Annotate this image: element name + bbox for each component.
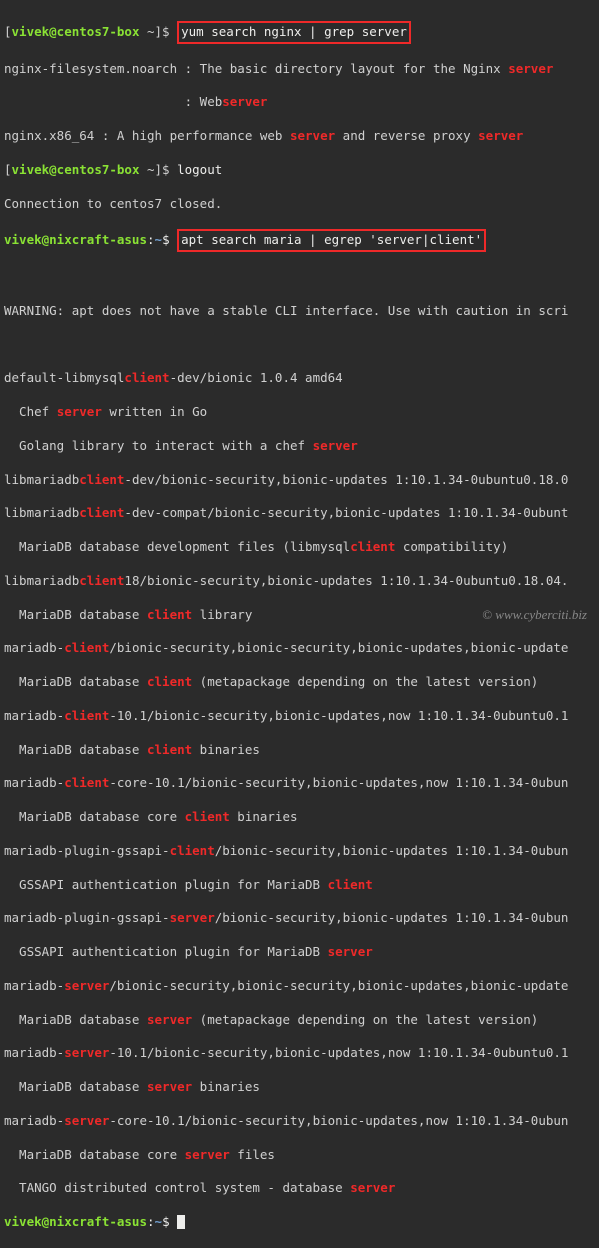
output-line: Chef server written in Go bbox=[4, 404, 595, 421]
prompt-line: [vivek@centos7-box ~]$ logout bbox=[4, 162, 595, 179]
user-host: vivek@nixcraft-asus bbox=[4, 232, 147, 247]
output-line: MariaDB database core server files bbox=[4, 1147, 595, 1164]
output-line: MariaDB database server binaries bbox=[4, 1079, 595, 1096]
command-box: apt search maria | egrep 'server|client' bbox=[177, 229, 486, 252]
output-line: libmariadbclient-dev/bionic-security,bio… bbox=[4, 472, 595, 489]
watermark: © www.cyberciti.biz bbox=[482, 606, 587, 624]
output-line: MariaDB database server (metapackage dep… bbox=[4, 1012, 595, 1029]
output-line: MariaDB database core client binaries bbox=[4, 809, 595, 826]
user-host: vivek@centos7-box bbox=[12, 162, 140, 177]
cursor-icon bbox=[177, 1215, 185, 1229]
output-line: : Webserver bbox=[4, 94, 595, 111]
output-line: Connection to centos7 closed. bbox=[4, 196, 595, 213]
user-host: vivek@nixcraft-asus bbox=[4, 1214, 147, 1229]
output-line: TANGO distributed control system - datab… bbox=[4, 1180, 595, 1197]
output-line bbox=[4, 269, 595, 286]
output-line: nginx.x86_64 : A high performance web se… bbox=[4, 128, 595, 145]
user-host: vivek@centos7-box bbox=[12, 24, 140, 39]
command-box: yum search nginx | grep server bbox=[177, 21, 411, 44]
prompt-line: vivek@nixcraft-asus:~$ apt search maria … bbox=[4, 229, 595, 252]
prompt-line: [vivek@centos7-box ~]$ yum search nginx … bbox=[4, 21, 595, 44]
output-line: MariaDB database client binaries bbox=[4, 742, 595, 759]
output-line: Golang library to interact with a chef s… bbox=[4, 438, 595, 455]
output-line: mariadb-server-10.1/bionic-security,bion… bbox=[4, 1045, 595, 1062]
output-line: nginx-filesystem.noarch : The basic dire… bbox=[4, 61, 595, 78]
output-line: libmariadbclient-dev-compat/bionic-secur… bbox=[4, 505, 595, 522]
output-line: GSSAPI authentication plugin for MariaDB… bbox=[4, 944, 595, 961]
output-line: MariaDB database development files (libm… bbox=[4, 539, 595, 556]
output-line: mariadb-plugin-gssapi-client/bionic-secu… bbox=[4, 843, 595, 860]
output-line: WARNING: apt does not have a stable CLI … bbox=[4, 303, 595, 320]
output-line: default-libmysqlclient-dev/bionic 1.0.4 … bbox=[4, 370, 595, 387]
output-line bbox=[4, 337, 595, 354]
output-line: mariadb-plugin-gssapi-server/bionic-secu… bbox=[4, 910, 595, 927]
output-line: mariadb-client-10.1/bionic-security,bion… bbox=[4, 708, 595, 725]
output-line: MariaDB database client (metapackage dep… bbox=[4, 674, 595, 691]
output-line: mariadb-server/bionic-security,bionic-se… bbox=[4, 978, 595, 995]
output-line: mariadb-server-core-10.1/bionic-security… bbox=[4, 1113, 595, 1130]
output-line: mariadb-client/bionic-security,bionic-se… bbox=[4, 640, 595, 657]
prompt-line[interactable]: vivek@nixcraft-asus:~$ bbox=[4, 1214, 595, 1231]
output-line: libmariadbclient18/bionic-security,bioni… bbox=[4, 573, 595, 590]
output-line: mariadb-client-core-10.1/bionic-security… bbox=[4, 775, 595, 792]
output-line: GSSAPI authentication plugin for MariaDB… bbox=[4, 877, 595, 894]
